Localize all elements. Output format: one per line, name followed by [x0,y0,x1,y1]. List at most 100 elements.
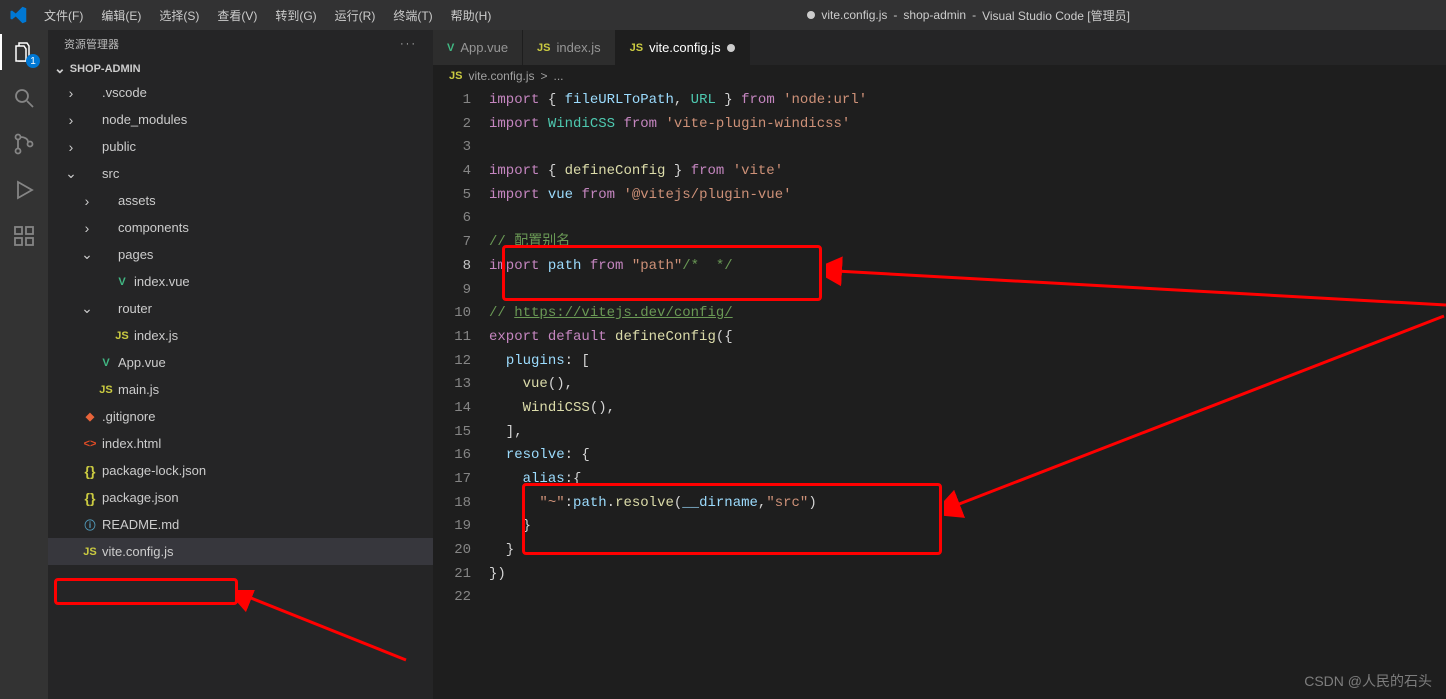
editor-tab[interactable]: VApp.vue [433,30,523,65]
folder-title-row[interactable]: SHOP-ADMIN [48,58,433,79]
editor-tab[interactable]: JSvite.config.js [616,30,750,65]
chevron-down-icon [54,60,66,77]
tree-folder[interactable]: src [48,160,433,187]
code-line[interactable] [489,207,1446,231]
chevron-right-icon [80,220,94,236]
tree-folder[interactable]: pages [48,241,433,268]
tree-label: App.vue [118,355,166,370]
breadcrumb-rest: ... [554,69,564,83]
tree-file[interactable]: {}package-lock.json [48,457,433,484]
tree-folder[interactable]: .vscode [48,79,433,106]
tree-label: package.json [102,490,179,505]
code-line[interactable]: export default defineConfig({ [489,326,1446,350]
tree-label: .vscode [102,85,147,100]
code-line[interactable]: "~":path.resolve(__dirname,"src") [489,492,1446,516]
editor-tab[interactable]: JS index.js [523,30,616,65]
code-line[interactable]: import path from "path"/* */ [489,255,1446,279]
breadcrumbs[interactable]: JS vite.config.js > ... [433,65,1446,87]
tree-label: .gitignore [102,409,155,424]
folder-name: SHOP-ADMIN [70,63,141,75]
sidebar-more-icon[interactable]: ··· [400,38,417,50]
code-line[interactable]: resolve: { [489,444,1446,468]
tree-file[interactable]: <>index.html [48,430,433,457]
extensions-icon[interactable] [10,222,38,250]
tree-label: router [118,301,152,316]
line-number: 1 [433,89,471,113]
chevron-right-icon [80,193,94,209]
tree-folder[interactable]: assets [48,187,433,214]
tree-label: src [102,166,119,181]
js-icon: JS [630,42,643,54]
line-number: 6 [433,207,471,231]
code-line[interactable] [489,586,1446,610]
code-line[interactable]: import { fileURLToPath, URL } from 'node… [489,89,1446,113]
git-icon: ◆ [86,410,94,423]
code-content[interactable]: import { fileURLToPath, URL } from 'node… [489,87,1446,699]
code-line[interactable] [489,279,1446,303]
menu-item[interactable]: 帮助(H) [443,3,500,28]
tree-file[interactable]: VApp.vue [48,349,433,376]
menu-item[interactable]: 运行(R) [327,3,384,28]
tree-file[interactable]: JSindex.js [48,322,433,349]
tree-label: pages [118,247,153,262]
window-title: vite.config.js - shop-admin - Visual Stu… [499,7,1438,24]
js-icon: JS [449,70,462,82]
js-icon: JS [537,42,550,54]
line-number: 22 [433,586,471,610]
line-number: 4 [433,160,471,184]
code-line[interactable]: } [489,539,1446,563]
menu-item[interactable]: 终端(T) [385,3,440,28]
explorer-sidebar: 资源管理器 ··· SHOP-ADMIN .vscodenode_modules… [48,30,433,699]
tree-folder[interactable]: public [48,133,433,160]
code-line[interactable]: import vue from '@vitejs/plugin-vue' [489,184,1446,208]
code-line[interactable] [489,136,1446,160]
code-line[interactable]: // https://vitejs.dev/config/ [489,302,1446,326]
title-bar: 文件(F)编辑(E)选择(S)查看(V)转到(G)运行(R)终端(T)帮助(H)… [0,0,1446,30]
menu-item[interactable]: 转到(G) [267,3,324,28]
menu-item[interactable]: 文件(F) [36,3,91,28]
menu-item[interactable]: 选择(S) [151,3,207,28]
chevron-right-icon [64,139,78,155]
tree-file[interactable]: {}package.json [48,484,433,511]
code-line[interactable]: WindiCSS(), [489,397,1446,421]
tree-file[interactable]: Vindex.vue [48,268,433,295]
title-file: vite.config.js [821,8,887,22]
menu-item[interactable]: 查看(V) [209,3,265,28]
code-line[interactable]: // 配置别名 [489,231,1446,255]
tree-folder[interactable]: router [48,295,433,322]
tab-label: index.js [557,40,601,55]
explorer-icon[interactable]: 1 [10,38,38,66]
tree-file[interactable]: JSmain.js [48,376,433,403]
code-editor[interactable]: 12345678910111213141516171819202122 impo… [433,87,1446,699]
code-line[interactable]: import WindiCSS from 'vite-plugin-windic… [489,113,1446,137]
code-line[interactable]: vue(), [489,373,1446,397]
code-line[interactable]: plugins: [ [489,350,1446,374]
line-number: 12 [433,350,471,374]
line-number: 16 [433,444,471,468]
code-line[interactable]: ], [489,421,1446,445]
code-line[interactable]: } [489,515,1446,539]
html-icon: <> [84,438,97,450]
json-icon: {} [85,463,96,479]
line-number: 11 [433,326,471,350]
line-number: 15 [433,421,471,445]
search-icon[interactable] [10,84,38,112]
tree-file[interactable]: ⓘREADME.md [48,511,433,538]
line-number: 7 [433,231,471,255]
source-control-icon[interactable] [10,130,38,158]
watermark: CSDN @人民的石头 [1304,671,1432,691]
tree-file[interactable]: JSvite.config.js [48,538,433,565]
run-debug-icon[interactable] [10,176,38,204]
code-line[interactable]: }) [489,563,1446,587]
code-line[interactable]: import { defineConfig } from 'vite' [489,160,1446,184]
line-number: 5 [433,184,471,208]
menu-item[interactable]: 编辑(E) [93,3,149,28]
code-line[interactable]: alias:{ [489,468,1446,492]
tree-label: main.js [118,382,159,397]
tree-label: assets [118,193,156,208]
tree-folder[interactable]: components [48,214,433,241]
line-number: 21 [433,563,471,587]
vue-icon: V [118,276,125,288]
tree-folder[interactable]: node_modules [48,106,433,133]
tree-file[interactable]: ◆ .gitignore [48,403,433,430]
